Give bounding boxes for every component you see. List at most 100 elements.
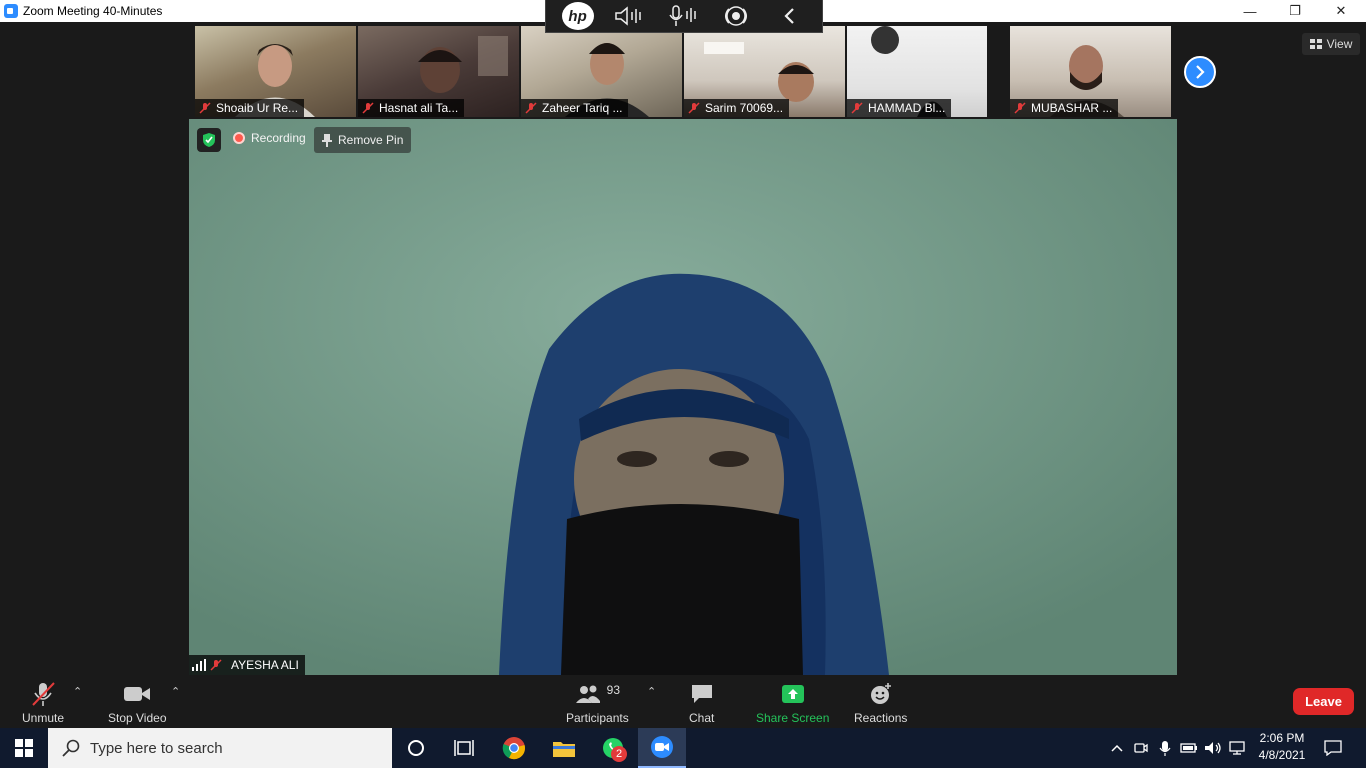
participant-thumbnail[interactable]: Shoaib Ur Re... xyxy=(195,26,356,117)
audio-options-caret[interactable]: ⌃ xyxy=(73,685,82,698)
zoom-taskbar-button[interactable] xyxy=(638,728,686,768)
hp-logo: hp xyxy=(561,2,594,30)
share-screen-icon xyxy=(781,685,804,703)
participant-thumbnail[interactable]: HAMMAD Bl... xyxy=(847,26,987,117)
chevron-left-icon xyxy=(784,8,795,24)
unmute-button[interactable]: Unmute xyxy=(22,681,64,725)
whatsapp-taskbar-button[interactable]: 2 xyxy=(589,728,637,768)
stop-video-label: Stop Video xyxy=(108,711,167,725)
recording-indicator[interactable]: Recording xyxy=(233,131,306,145)
start-button[interactable] xyxy=(0,728,48,768)
meeting-controls-bar: Unmute ⌃ Stop Video ⌃ 93 Participants ⌃ … xyxy=(0,677,1366,728)
taskbar-search-box[interactable]: Type here to search xyxy=(48,728,392,768)
windows-logo-icon xyxy=(15,739,33,757)
chevron-up-icon xyxy=(1111,744,1123,752)
volume-tray-icon[interactable] xyxy=(1202,728,1224,768)
pinned-video[interactable]: Recording Remove Pin AYESHA ALI xyxy=(189,119,1177,675)
chevron-right-icon xyxy=(1196,65,1205,79)
participant-thumbnail[interactable]: MUBASHAR ... xyxy=(1010,26,1171,117)
mic-muted-icon xyxy=(688,102,700,114)
microphone-icon xyxy=(669,5,696,26)
participants-options-caret[interactable]: ⌃ xyxy=(647,685,656,698)
show-hidden-icons-button[interactable] xyxy=(1106,728,1128,768)
participant-thumbnail[interactable]: Zaheer Tariq ... xyxy=(521,26,682,117)
pin-icon xyxy=(322,133,332,147)
remove-pin-label: Remove Pin xyxy=(338,133,404,147)
mic-muted-icon xyxy=(1014,102,1026,114)
restore-button[interactable]: ❐ xyxy=(1272,0,1318,22)
chrome-icon xyxy=(502,737,525,760)
security-shield-button[interactable] xyxy=(197,128,221,152)
participant-thumbnail[interactable]: Hasnat ali Ta... xyxy=(358,26,519,117)
file-explorer-taskbar-button[interactable] xyxy=(540,728,588,768)
stop-video-button[interactable]: Stop Video xyxy=(108,681,167,725)
chrome-taskbar-button[interactable] xyxy=(490,728,538,768)
participant-name-tag: Shoaib Ur Re... xyxy=(195,99,305,117)
shield-icon xyxy=(203,133,215,147)
broadcast-icon xyxy=(725,6,748,26)
camera-tray-icon[interactable] xyxy=(1130,728,1152,768)
zoom-app-icon xyxy=(4,4,18,18)
participant-name: AYESHA ALI xyxy=(231,658,299,672)
participant-thumbnail[interactable]: Sarim 70069... xyxy=(684,26,845,117)
mic-muted-icon xyxy=(851,102,863,114)
battery-tray-icon[interactable] xyxy=(1178,728,1200,768)
task-view-button[interactable] xyxy=(440,728,488,768)
share-screen-label: Share Screen xyxy=(756,711,830,725)
participant-name-tag: MUBASHAR ... xyxy=(1010,99,1119,117)
notification-icon xyxy=(1324,740,1342,756)
view-button[interactable]: View xyxy=(1302,33,1360,55)
collapse-toolbar-button[interactable] xyxy=(772,2,806,30)
participant-name: Hasnat ali Ta... xyxy=(379,101,459,115)
speaker-mute-button[interactable] xyxy=(613,2,647,30)
chat-button[interactable]: Chat xyxy=(689,681,714,725)
participants-label: Participants xyxy=(566,711,629,725)
notification-badge: 2 xyxy=(611,746,627,762)
next-page-button[interactable] xyxy=(1184,56,1216,88)
reactions-label: Reactions xyxy=(854,711,908,725)
signal-strength-icon xyxy=(192,659,206,671)
folder-icon xyxy=(553,742,575,757)
meeting-area: Shoaib Ur Re... Hasnat ali Ta... Zaheer … xyxy=(0,22,1366,677)
network-icon xyxy=(1229,741,1245,755)
recording-dot-icon xyxy=(233,132,245,144)
mic-muted-icon xyxy=(362,102,374,114)
minimize-button[interactable]: — xyxy=(1227,0,1273,22)
windows-taskbar: Type here to search 2 2:06 PM 4/8/2021 xyxy=(0,728,1366,768)
microphone-tray-icon[interactable] xyxy=(1154,728,1176,768)
participant-name: Zaheer Tariq ... xyxy=(542,101,623,115)
participants-icon xyxy=(575,685,600,703)
close-button[interactable]: ✕ xyxy=(1318,0,1364,22)
microphone-icon xyxy=(1159,741,1171,756)
broadcast-button[interactable] xyxy=(719,2,753,30)
speaker-icon xyxy=(615,6,641,26)
unmute-label: Unmute xyxy=(22,711,65,725)
system-clock[interactable]: 2:06 PM 4/8/2021 xyxy=(1254,730,1310,764)
window-title: Zoom Meeting 40-Minutes xyxy=(23,4,163,18)
mic-muted-icon xyxy=(525,102,537,114)
recording-label: Recording xyxy=(251,131,306,145)
zoom-icon xyxy=(651,736,673,758)
participants-count: 93 xyxy=(606,683,621,697)
cortana-button[interactable] xyxy=(392,728,440,768)
action-center-button[interactable] xyxy=(1318,728,1348,768)
participant-video-main xyxy=(189,119,1177,675)
leave-button[interactable]: Leave xyxy=(1293,688,1354,715)
search-icon xyxy=(62,739,80,757)
participant-name-tag: Hasnat ali Ta... xyxy=(358,99,465,117)
network-tray-icon[interactable] xyxy=(1226,728,1248,768)
video-camera-icon xyxy=(124,687,151,701)
participant-name-tag: Zaheer Tariq ... xyxy=(521,99,629,117)
participant-name-tag: AYESHA ALI xyxy=(189,655,305,675)
search-placeholder: Type here to search xyxy=(90,739,223,757)
participant-name: MUBASHAR ... xyxy=(1031,101,1113,115)
mic-muted-icon xyxy=(210,659,222,671)
microphone-button[interactable] xyxy=(666,2,700,30)
share-screen-button[interactable]: Share Screen xyxy=(756,681,829,725)
webcam-icon xyxy=(1134,743,1148,753)
video-options-caret[interactable]: ⌃ xyxy=(171,685,180,698)
clock-time: 2:06 PM xyxy=(1259,731,1305,745)
reactions-button[interactable]: Reactions xyxy=(854,681,907,725)
participants-button[interactable]: 93 Participants xyxy=(566,681,629,725)
remove-pin-button[interactable]: Remove Pin xyxy=(314,127,412,153)
